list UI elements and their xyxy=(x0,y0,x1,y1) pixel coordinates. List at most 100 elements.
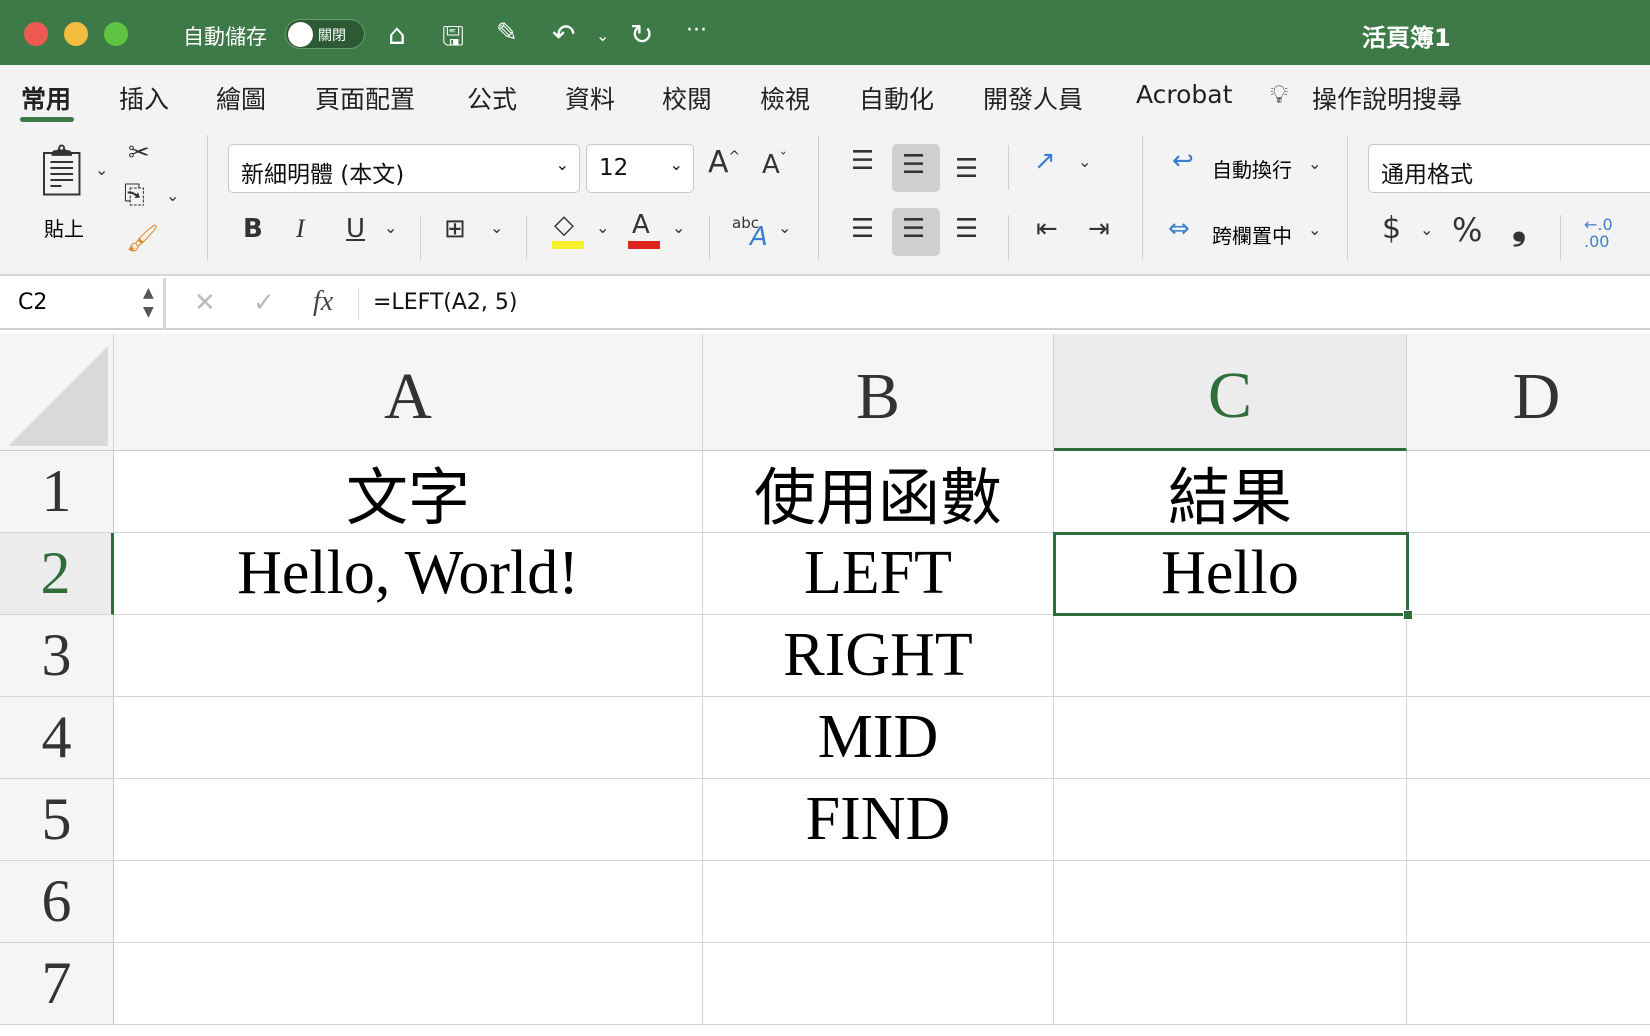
cell-A2[interactable]: Hello, World! xyxy=(114,533,703,615)
cell-D1[interactable] xyxy=(1407,451,1650,533)
row-header-5[interactable]: 5 xyxy=(0,779,114,861)
align-middle-icon[interactable]: ☰ xyxy=(902,152,925,178)
underline-button[interactable]: U xyxy=(346,216,365,242)
cell-B7[interactable] xyxy=(703,943,1054,1025)
number-format-select[interactable]: 通用格式 xyxy=(1368,144,1650,193)
row-header-4[interactable]: 4 xyxy=(0,697,114,779)
cell-B6[interactable] xyxy=(703,861,1054,943)
font-name-select[interactable]: 新細明體 (本文) ⌄ xyxy=(228,144,580,193)
cell-B2[interactable]: LEFT xyxy=(703,533,1054,615)
redo-icon[interactable]: ↻ xyxy=(630,18,653,51)
row-header-1[interactable]: 1 xyxy=(0,451,114,533)
format-painter-icon[interactable]: 🖌︎ xyxy=(126,226,159,252)
copy-dropdown-chevron-icon[interactable]: ⌄ xyxy=(166,186,179,205)
cell-A3[interactable] xyxy=(114,615,703,697)
insert-function-icon[interactable]: fx xyxy=(313,286,333,318)
cancel-icon[interactable]: ✕ xyxy=(194,288,216,318)
currency-button[interactable]: $ xyxy=(1382,214,1401,244)
wrap-text-button[interactable]: 自動換行 xyxy=(1212,154,1292,183)
name-box-stepper-icon[interactable]: ▲ ▼ xyxy=(143,284,154,322)
tab-insert[interactable]: 插入 xyxy=(119,80,169,116)
tell-me-search[interactable]: 操作說明搜尋 xyxy=(1312,80,1462,116)
row-header-7[interactable]: 7 xyxy=(0,943,114,1025)
undo-icon[interactable]: ↶ xyxy=(552,18,575,51)
cell-B1[interactable]: 使用函數 xyxy=(703,451,1054,533)
formula-input[interactable]: =LEFT(A2, 5) xyxy=(373,290,518,315)
cell-A5[interactable] xyxy=(114,779,703,861)
italic-button[interactable]: I xyxy=(296,216,305,242)
decrease-font-size-button[interactable]: Aˇ xyxy=(762,152,787,178)
comma-button[interactable]: ❟ xyxy=(1512,210,1526,246)
font-size-select[interactable]: 12 ⌄ xyxy=(586,144,694,193)
cell-D3[interactable] xyxy=(1407,615,1650,697)
cell-D2[interactable] xyxy=(1407,533,1650,615)
increase-decimal-button[interactable]: ←.0 .00 xyxy=(1584,216,1620,250)
more-icon[interactable]: ··· xyxy=(686,18,707,43)
wrap-text-chevron-icon[interactable]: ⌄ xyxy=(1308,154,1321,173)
cell-A6[interactable] xyxy=(114,861,703,943)
column-header-D[interactable]: D xyxy=(1407,334,1650,451)
font-color-button[interactable]: A xyxy=(632,212,650,238)
cell-C6[interactable] xyxy=(1054,861,1407,943)
cell-D4[interactable] xyxy=(1407,697,1650,779)
borders-dropdown-chevron-icon[interactable]: ⌄ xyxy=(490,218,503,237)
merge-center-chevron-icon[interactable]: ⌄ xyxy=(1308,220,1321,239)
cell-D5[interactable] xyxy=(1407,779,1650,861)
zoom-window-button[interactable] xyxy=(104,22,128,46)
font-color-dropdown-chevron-icon[interactable]: ⌄ xyxy=(672,218,685,237)
cell-B3[interactable]: RIGHT xyxy=(703,615,1054,697)
borders-icon[interactable]: ⊞ xyxy=(444,216,466,242)
cell-C5[interactable] xyxy=(1054,779,1407,861)
orientation-dropdown-chevron-icon[interactable]: ⌄ xyxy=(1078,152,1091,171)
merge-center-button[interactable]: 跨欄置中 xyxy=(1212,220,1292,249)
currency-chevron-icon[interactable]: ⌄ xyxy=(1420,220,1433,239)
align-left-icon[interactable]: ☰ xyxy=(851,216,874,242)
save-as-icon[interactable]: ✎ xyxy=(496,18,518,48)
tab-review[interactable]: 校閱 xyxy=(662,80,712,116)
home-icon[interactable]: ⌂ xyxy=(388,18,406,51)
align-top-icon[interactable]: ☰ xyxy=(851,148,874,174)
cell-B5[interactable]: FIND xyxy=(703,779,1054,861)
percent-button[interactable]: % xyxy=(1452,214,1482,246)
align-bottom-icon[interactable]: ☰ xyxy=(955,156,978,182)
orientation-icon[interactable]: ↗ xyxy=(1034,148,1056,174)
copy-icon[interactable]: ⎘ xyxy=(124,182,145,208)
paste-dropdown-chevron-icon[interactable]: ⌄ xyxy=(95,160,108,179)
cell-C3[interactable] xyxy=(1054,615,1407,697)
tab-draw[interactable]: 繪圖 xyxy=(216,80,266,116)
tab-acrobat[interactable]: Acrobat xyxy=(1136,80,1232,109)
paste-icon[interactable]: 📋︎ xyxy=(30,145,93,195)
row-header-6[interactable]: 6 xyxy=(0,861,114,943)
phonetic-icon[interactable]: A xyxy=(750,224,768,250)
cut-icon[interactable]: ✂ xyxy=(128,140,150,166)
tab-formulas[interactable]: 公式 xyxy=(467,80,517,116)
autosave-toggle[interactable]: 關閉 xyxy=(285,19,365,49)
tab-view[interactable]: 檢視 xyxy=(760,80,810,116)
fill-color-dropdown-chevron-icon[interactable]: ⌄ xyxy=(596,218,609,237)
cell-D6[interactable] xyxy=(1407,861,1650,943)
column-header-A[interactable]: A xyxy=(114,334,703,451)
tab-automate[interactable]: 自動化 xyxy=(859,80,934,116)
close-window-button[interactable] xyxy=(24,22,48,46)
row-header-3[interactable]: 3 xyxy=(0,615,114,697)
cell-D7[interactable] xyxy=(1407,943,1650,1025)
phonetic-dropdown-chevron-icon[interactable]: ⌄ xyxy=(778,218,791,237)
bold-button[interactable]: B xyxy=(243,216,263,242)
save-icon[interactable]: 🖫 xyxy=(442,18,464,62)
cell-A7[interactable] xyxy=(114,943,703,1025)
tab-data[interactable]: 資料 xyxy=(565,80,615,116)
cell-C1[interactable]: 結果 xyxy=(1054,451,1407,533)
fill-color-icon[interactable]: ◇ xyxy=(554,212,574,238)
tab-developer[interactable]: 開發人員 xyxy=(983,80,1083,116)
align-right-icon[interactable]: ☰ xyxy=(955,216,978,242)
increase-font-size-button[interactable]: A^ xyxy=(708,148,740,178)
align-center-icon[interactable]: ☰ xyxy=(902,216,925,242)
cell-A1[interactable]: 文字 xyxy=(114,451,703,533)
decrease-indent-icon[interactable]: ⇤ xyxy=(1036,216,1058,242)
cell-C7[interactable] xyxy=(1054,943,1407,1025)
column-header-C[interactable]: C xyxy=(1054,334,1407,451)
undo-dropdown-chevron-icon[interactable]: ⌄ xyxy=(596,26,609,45)
row-header-2[interactable]: 2 xyxy=(0,533,114,615)
cell-B4[interactable]: MID xyxy=(703,697,1054,779)
cell-A4[interactable] xyxy=(114,697,703,779)
